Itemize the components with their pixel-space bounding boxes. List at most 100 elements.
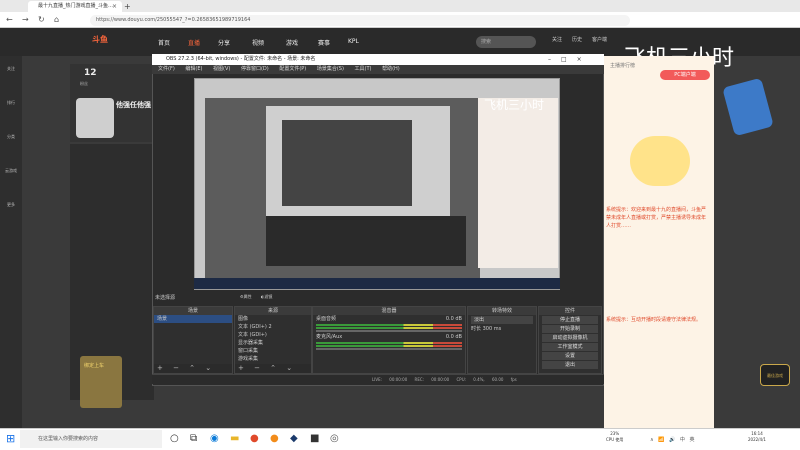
menu-tools[interactable]: 工具(T) — [355, 66, 372, 72]
url-input[interactable]: https://www.douyu.com/25055547_?=0.26583… — [90, 15, 630, 26]
preview-nested-docks — [266, 216, 466, 266]
dock-footer-buttons[interactable]: + − ⌃ ⌄ — [154, 364, 232, 373]
browser-tab[interactable]: 最十九直播_热门游戏直播_斗鱼… — [28, 1, 122, 12]
volume-meter — [316, 342, 462, 344]
windows-start-icon[interactable]: ⊞ — [6, 432, 15, 445]
rec-status: REC: 00:00:00 — [414, 377, 450, 382]
close-icon[interactable]: × — [112, 1, 117, 12]
dock-footer-buttons[interactable]: + − ⌃ ⌄ — [235, 364, 311, 373]
transition-select[interactable]: 淡出 — [471, 316, 533, 324]
reload-icon[interactable]: ↻ — [38, 13, 45, 27]
edge-icon[interactable]: ◉ — [210, 433, 219, 444]
studio-mode-button[interactable]: 工作室模式 — [542, 343, 598, 351]
start-recording-button[interactable]: 开始录制 — [542, 325, 598, 333]
no-source-label: 未选择源 — [155, 295, 176, 301]
obs-title-bar: OBS 27.2.3 (64-bit, windows) - 配置文件: 未命名… — [152, 54, 604, 65]
event-badge[interactable] — [722, 77, 774, 137]
rail-more[interactable]: 更多 — [2, 202, 20, 208]
nav-game[interactable]: 游戏 — [286, 38, 298, 47]
volume-meter — [316, 345, 462, 347]
source-item[interactable]: 文本 (GDI+) — [235, 331, 311, 339]
system-tray[interactable]: ∧ 📶 🔊 中 英 — [650, 436, 695, 443]
history-icon[interactable]: 历史 — [572, 36, 582, 43]
sources-dock: 来源 图像 文本 (GDI+) 2 文本 (GDI+) 显示器采集 窗口采集 游… — [234, 306, 312, 374]
left-rail — [0, 56, 22, 436]
task-view-icon[interactable]: ○ — [170, 433, 179, 444]
explorer-icon[interactable]: ▬ — [230, 433, 239, 444]
obs-icon[interactable]: ◎ — [330, 433, 339, 444]
pc-client-button[interactable]: PC端户端 — [660, 70, 710, 80]
volume-slider[interactable] — [316, 348, 462, 350]
browser-icon[interactable]: ● — [270, 433, 279, 444]
obs-menu-bar[interactable]: 文件(F) 编辑(E) 视图(V) 停靠窗口(D) 配置文件(P) 场景集合(S… — [152, 65, 604, 74]
menu-scene-collection[interactable]: 场景集合(S) — [317, 66, 344, 72]
nav-kpl[interactable]: KPL — [348, 38, 359, 45]
app-icon[interactable]: ● — [250, 433, 259, 444]
scenes-dock: 场景 场景 + − ⌃ ⌄ — [153, 306, 233, 374]
volume-meter — [316, 324, 462, 326]
window-controls[interactable]: –□× — [548, 54, 592, 65]
source-item[interactable]: 窗口采集 — [235, 347, 311, 355]
stop-streaming-button[interactable]: 停止直播 — [542, 316, 598, 324]
source-item[interactable]: 文本 (GDI+) 2 — [235, 323, 311, 331]
search-input[interactable]: 搜索 — [476, 36, 536, 48]
steam-icon[interactable]: ◆ — [290, 433, 298, 444]
nav-share[interactable]: 分享 — [218, 38, 230, 47]
nav-live[interactable]: 直播 — [188, 38, 200, 47]
cpu-status: CPU: 0.4%, 60.00 fps — [456, 377, 517, 382]
task-view-icon[interactable]: ⧉ — [190, 433, 197, 444]
dock-title: 来源 — [235, 307, 311, 315]
volume-slider[interactable] — [316, 330, 462, 332]
back-icon[interactable]: ← — [6, 13, 13, 27]
room-count: 12 — [84, 68, 97, 78]
menu-file[interactable]: 文件(F) — [158, 66, 175, 72]
menu-view[interactable]: 视图(V) — [213, 66, 230, 72]
source-item[interactable]: 显示器采集 — [235, 339, 311, 347]
forward-icon[interactable]: → — [22, 13, 29, 27]
rail-follow[interactable]: 关注 — [2, 66, 20, 72]
duration-row[interactable]: 时长 300 ms — [468, 325, 536, 333]
clock[interactable]: 16:14 2022/4/1 — [748, 431, 766, 443]
rail-rank[interactable]: 排行 — [2, 100, 20, 106]
rank-tab[interactable]: 主播排行榜 — [610, 62, 635, 69]
dock-title: 转场特效 — [468, 307, 536, 315]
settings-button[interactable]: 设置 — [542, 352, 598, 360]
chat-message: 系统提示：互动开播时段请遵守法律法规。 — [606, 317, 702, 323]
controls-dock: 控件 停止直播 开始录制 启动虚拟摄像机 工作室模式 设置 退出 — [538, 306, 602, 374]
follow-icon[interactable]: 关注 — [552, 36, 562, 43]
scene-item[interactable]: 场景 — [154, 315, 232, 323]
source-tabs[interactable]: ⚙属性 ◐滤镜 — [240, 294, 272, 300]
taskbar-search-input[interactable]: 在这里输入你要搜索的内容 — [20, 430, 162, 448]
mixer-channel-name: 麦克风/Aux 0.0 dB — [316, 334, 462, 340]
cpu-usage: 23% CPU 使用 — [606, 431, 624, 442]
virtual-camera-button[interactable]: 启动虚拟摄像机 — [542, 334, 598, 342]
preview-overlay-title: 飞机三小时 — [484, 98, 545, 112]
exit-button[interactable]: 退出 — [542, 361, 598, 369]
filters-tab[interactable]: 滤镜 — [264, 294, 272, 299]
preview-nested-chat — [478, 98, 558, 268]
menu-edit[interactable]: 编辑(E) — [185, 66, 202, 72]
nav-events[interactable]: 赛事 — [318, 38, 330, 47]
game-icon[interactable]: ■ — [310, 433, 319, 444]
source-item[interactable]: 游戏采集 — [235, 355, 311, 363]
menu-help[interactable]: 帮助(H) — [382, 66, 400, 72]
nav-video[interactable]: 视频 — [252, 38, 264, 47]
dock-title: 控件 — [539, 307, 601, 315]
anchor-name[interactable]: 他强任他强 — [116, 100, 151, 110]
menu-profile[interactable]: 配置文件(P) — [279, 66, 306, 72]
dock-title: 场景 — [154, 307, 232, 315]
properties-tab[interactable]: 属性 — [244, 294, 252, 299]
client-icon[interactable]: 客户端 — [592, 36, 607, 43]
game-badge[interactable]: 最佳游戏 — [760, 364, 790, 386]
site-logo[interactable]: 斗鱼 — [92, 34, 108, 45]
new-tab-button[interactable]: + — [124, 1, 131, 12]
home-icon[interactable]: ⌂ — [54, 13, 59, 27]
menu-docks[interactable]: 停靠窗口(D) — [241, 66, 269, 72]
preview-nested-screen — [282, 120, 412, 206]
source-item[interactable]: 图像 — [235, 315, 311, 323]
room-sub-label: 粉丝 — [80, 81, 88, 86]
avatar[interactable] — [76, 98, 114, 138]
nav-home[interactable]: 首页 — [158, 38, 170, 47]
rail-cloud-game[interactable]: 云游戏 — [2, 168, 20, 174]
rail-category[interactable]: 分类 — [2, 134, 20, 140]
